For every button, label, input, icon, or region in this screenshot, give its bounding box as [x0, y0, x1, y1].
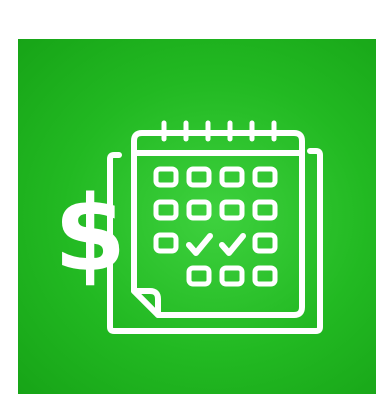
date-cell	[186, 166, 212, 188]
date-cell	[219, 199, 245, 221]
date-cell	[252, 232, 278, 254]
calendar-back-page	[107, 148, 323, 334]
calendar-front-page	[131, 130, 305, 318]
date-cell	[153, 199, 179, 221]
date-cell	[252, 166, 278, 188]
dollar-sign-icon: $	[54, 173, 126, 295]
date-cell	[219, 166, 245, 188]
date-cell	[186, 265, 212, 287]
date-cell	[219, 265, 245, 287]
checkmark-icon	[219, 233, 246, 256]
date-cell	[186, 199, 212, 221]
date-cell	[252, 199, 278, 221]
calendar-date-grid	[153, 166, 278, 287]
calendar-payment-icon: $	[54, 120, 323, 334]
app-icon-tile: $	[18, 39, 376, 394]
date-cell	[153, 232, 179, 254]
checkmark-icon	[186, 233, 213, 256]
app-icon-canvas: $	[0, 0, 376, 403]
date-cell	[153, 166, 179, 188]
date-cell	[252, 265, 278, 287]
